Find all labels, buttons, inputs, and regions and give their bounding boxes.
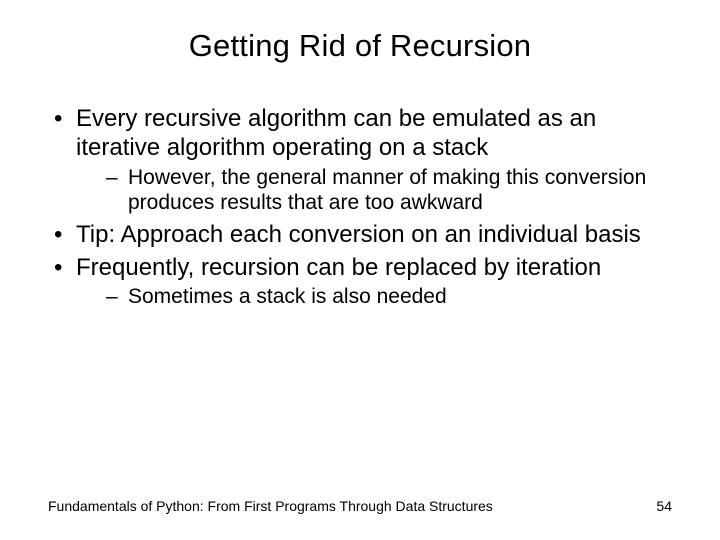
bullet-list: Every recursive algorithm can be emulate… — [48, 104, 672, 310]
sub-bullet-list: Sometimes a stack is also needed — [76, 284, 672, 310]
bullet-text: Frequently, recursion can be replaced by… — [76, 254, 601, 281]
bullet-item: Tip: Approach each conversion on an indi… — [48, 220, 672, 249]
bullet-text: Every recursive algorithm can be emulate… — [76, 105, 596, 161]
slide: Getting Rid of Recursion Every recursive… — [0, 0, 720, 540]
slide-footer: Fundamentals of Python: From First Progr… — [48, 498, 672, 514]
sub-bullet-item: Sometimes a stack is also needed — [106, 284, 672, 310]
sub-bullet-text: Sometimes a stack is also needed — [128, 285, 447, 308]
bullet-text: Tip: Approach each conversion on an indi… — [76, 221, 641, 248]
sub-bullet-list: However, the general manner of making th… — [76, 165, 672, 216]
slide-body: Every recursive algorithm can be emulate… — [0, 74, 720, 310]
footer-source: Fundamentals of Python: From First Progr… — [48, 498, 493, 514]
bullet-item: Every recursive algorithm can be emulate… — [48, 104, 672, 216]
sub-bullet-item: However, the general manner of making th… — [106, 165, 672, 216]
bullet-item: Frequently, recursion can be replaced by… — [48, 253, 672, 310]
slide-title: Getting Rid of Recursion — [0, 0, 720, 74]
sub-bullet-text: However, the general manner of making th… — [128, 166, 646, 215]
footer-page-number: 54 — [656, 498, 672, 514]
